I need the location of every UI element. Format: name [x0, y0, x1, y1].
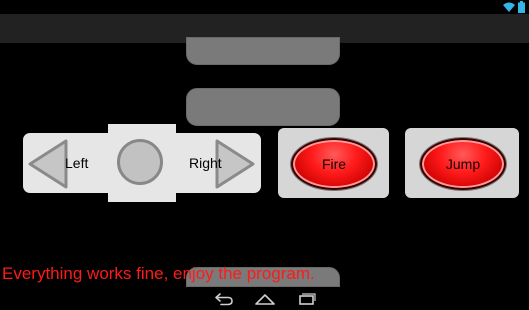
jump-button-label: Jump	[445, 156, 481, 172]
status-message: Everything works fine, enjoy the program…	[2, 264, 315, 283]
slider-track-top[interactable]	[186, 37, 340, 65]
fire-button-label: Fire	[321, 156, 347, 172]
jump-button[interactable]: Jump	[420, 138, 506, 190]
left-arrow-icon[interactable]	[28, 139, 68, 189]
status-icons	[503, 1, 525, 13]
home-icon	[255, 294, 275, 305]
fire-button[interactable]: Fire	[291, 138, 377, 190]
home-button[interactable]	[252, 290, 278, 308]
jump-panel: Jump	[405, 128, 519, 198]
wifi-icon	[503, 2, 515, 12]
battery-icon	[518, 1, 525, 13]
app-screen: Left Right Fire Jump Everything works fi…	[0, 0, 529, 310]
status-bar	[0, 0, 529, 14]
back-icon	[215, 293, 233, 306]
slider-track-middle[interactable]	[186, 88, 340, 126]
left-label: Left	[65, 155, 89, 171]
recent-apps-icon	[299, 293, 316, 305]
recent-apps-button[interactable]	[293, 290, 319, 308]
back-button[interactable]	[211, 290, 237, 308]
navigation-bar	[0, 288, 529, 310]
right-label: Right	[189, 155, 222, 171]
fire-panel: Fire	[278, 128, 389, 198]
joystick-knob[interactable]	[117, 139, 163, 185]
